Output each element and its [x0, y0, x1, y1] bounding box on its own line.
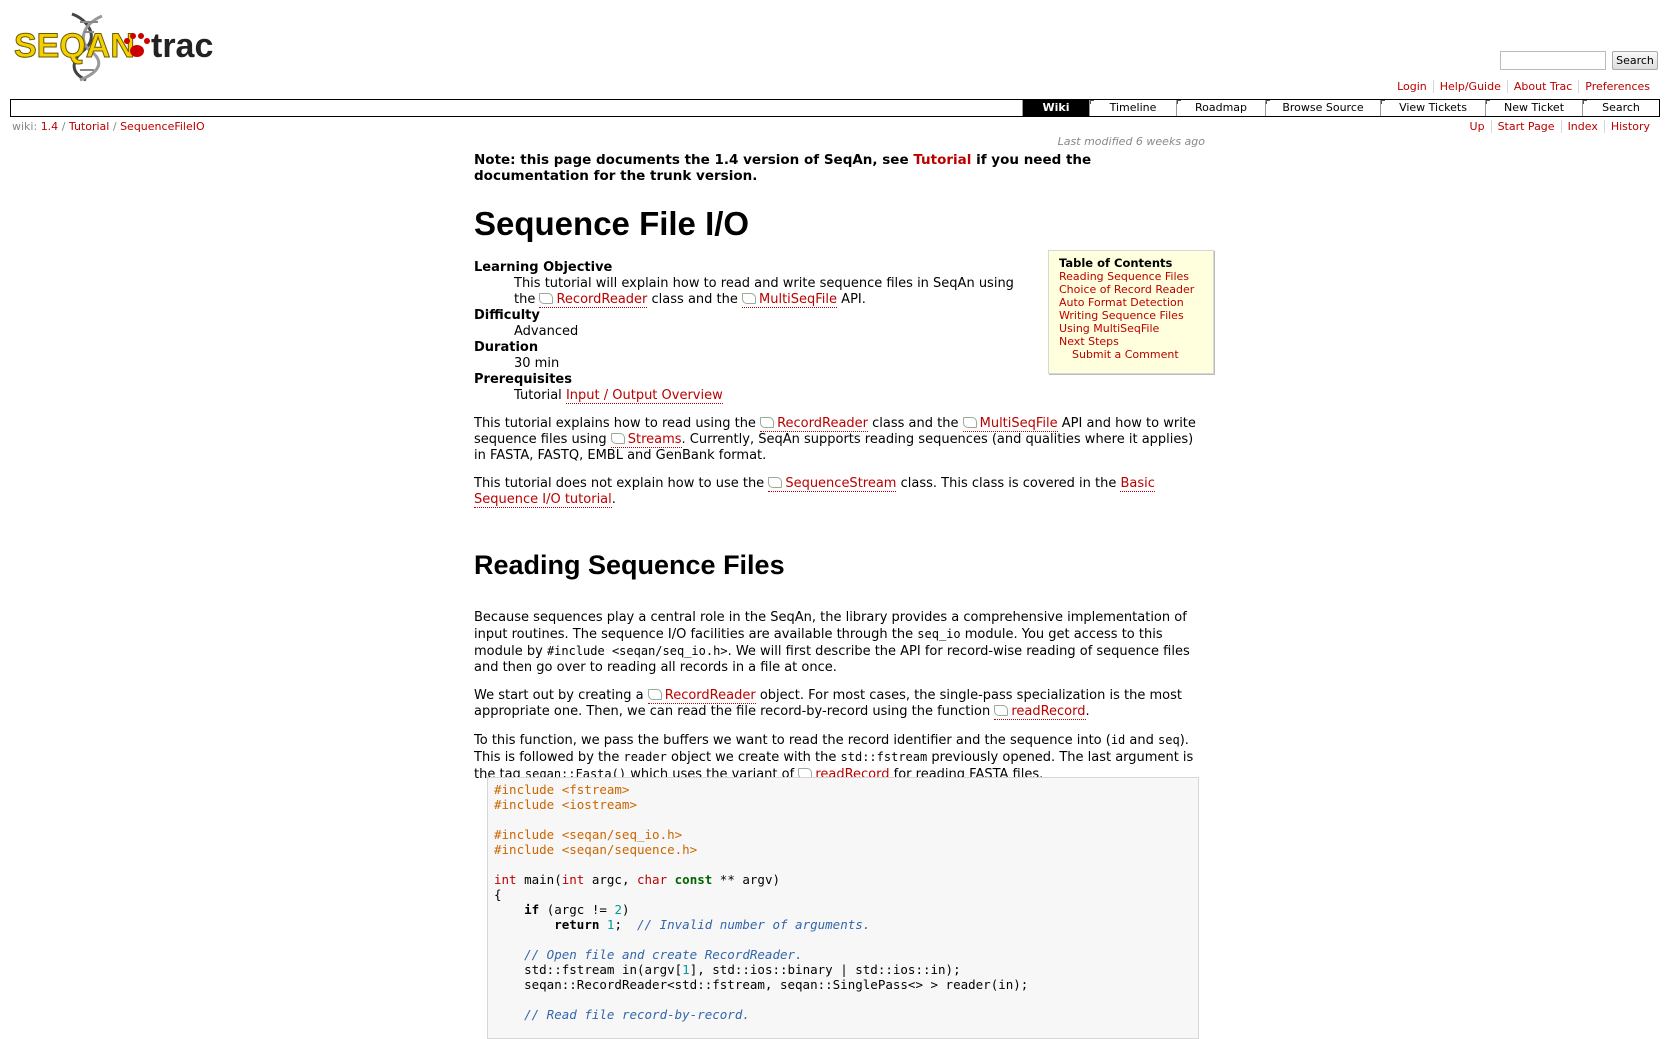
preferences-link[interactable]: Preferences	[1578, 80, 1656, 93]
intro-paragraph: This tutorial does not explain how to us…	[474, 476, 1155, 508]
up-link[interactable]: Up	[1464, 120, 1491, 133]
help-guide-link[interactable]: Help/Guide	[1432, 80, 1507, 93]
recordreader-link[interactable]: RecordReader	[647, 688, 756, 704]
recordreader-link[interactable]: RecordReader	[539, 292, 648, 308]
intro-paragraph: This tutorial explains how to read using…	[474, 416, 1196, 463]
io-overview-link[interactable]: Input / Output Overview	[565, 388, 723, 404]
breadcrumb-tutorial[interactable]: Tutorial	[69, 120, 109, 133]
body-paragraph: Because sequences play a central role in…	[474, 610, 1190, 675]
meta-term: Difficulty	[474, 308, 540, 323]
tab-new-ticket[interactable]: New Ticket	[1485, 100, 1582, 116]
history-link[interactable]: History	[1603, 120, 1656, 133]
tab-search[interactable]: Search	[1582, 100, 1659, 116]
meta-navigation: Login Help/Guide About Trac Preferences	[1391, 80, 1656, 93]
streams-link[interactable]: Streams	[610, 432, 682, 448]
meta-desc: 30 min	[514, 356, 560, 371]
main-navigation: Wiki Timeline Roadmap Browse Source View…	[10, 99, 1660, 117]
meta-term: Prerequisites	[474, 372, 572, 387]
tab-wiki[interactable]: Wiki	[1022, 100, 1089, 116]
code-block: #include <fstream> #include <iostream> #…	[487, 777, 1199, 1039]
index-link[interactable]: Index	[1560, 120, 1604, 133]
breadcrumb-separator: /	[112, 120, 117, 133]
tab-roadmap[interactable]: Roadmap	[1176, 100, 1265, 116]
section-heading: Reading Sequence Files	[474, 550, 785, 580]
last-modified: Last modified 6 weeks ago	[1057, 135, 1205, 148]
multiseqfile-link[interactable]: MultiSeqFile	[742, 292, 838, 308]
meta-term: Learning Objective	[474, 260, 613, 275]
tab-view-tickets[interactable]: View Tickets	[1380, 100, 1485, 116]
body-paragraph: We start out by creating a RecordReader …	[474, 688, 1182, 720]
tab-browse-source[interactable]: Browse Source	[1265, 100, 1380, 116]
meta-term: Duration	[474, 340, 539, 355]
about-trac-link[interactable]: About Trac	[1506, 80, 1579, 93]
search-button[interactable]: Search	[1612, 51, 1658, 70]
meta-desc: This tutorial will explain how to read a…	[514, 276, 1014, 308]
readrecord-link[interactable]: readRecord	[994, 704, 1086, 720]
multiseqfile-link[interactable]: MultiSeqFile	[962, 416, 1058, 432]
page-title: Sequence File I/O	[474, 205, 750, 242]
version-note: Note: this page documents the 1.4 versio…	[474, 152, 1092, 184]
logo-seqan-text: SEQAN	[14, 27, 135, 65]
meta-desc: Tutorial Input / Output Overview	[514, 388, 723, 404]
tab-timeline[interactable]: Timeline	[1089, 100, 1176, 116]
meta-desc: Advanced	[514, 324, 579, 339]
logo-graphic: SEQAN trac	[14, 12, 213, 82]
body-paragraph: To this function, we pass the buffers we…	[474, 733, 1194, 783]
login-link[interactable]: Login	[1391, 80, 1433, 93]
recordreader-link[interactable]: RecordReader	[760, 416, 869, 432]
context-navigation: Up Start Page Index History	[1464, 120, 1656, 133]
logo-trac-text: trac	[151, 27, 213, 65]
code-listing: #include <fstream> #include <iostream> #…	[494, 782, 1029, 1022]
tutorial-link[interactable]: Tutorial	[913, 152, 971, 168]
wiki-content: Note: this page documents the 1.4 versio…	[474, 152, 1209, 783]
breadcrumb-prefix: wiki:	[12, 120, 38, 133]
tutorial-meta: Learning Objective This tutorial will ex…	[474, 260, 1014, 404]
start-page-link[interactable]: Start Page	[1490, 120, 1561, 133]
search-input[interactable]	[1500, 51, 1606, 70]
breadcrumb-separator: /	[61, 120, 66, 133]
breadcrumb-sequencefileio[interactable]: SequenceFileIO	[120, 120, 205, 133]
breadcrumb-1-4[interactable]: 1.4	[41, 120, 59, 133]
seqan-trac-logo[interactable]: SEQAN trac	[14, 10, 229, 82]
sequencestream-link[interactable]: SequenceStream	[768, 476, 897, 492]
breadcrumb: wiki: 1.4 / Tutorial / SequenceFileIO	[12, 120, 205, 133]
